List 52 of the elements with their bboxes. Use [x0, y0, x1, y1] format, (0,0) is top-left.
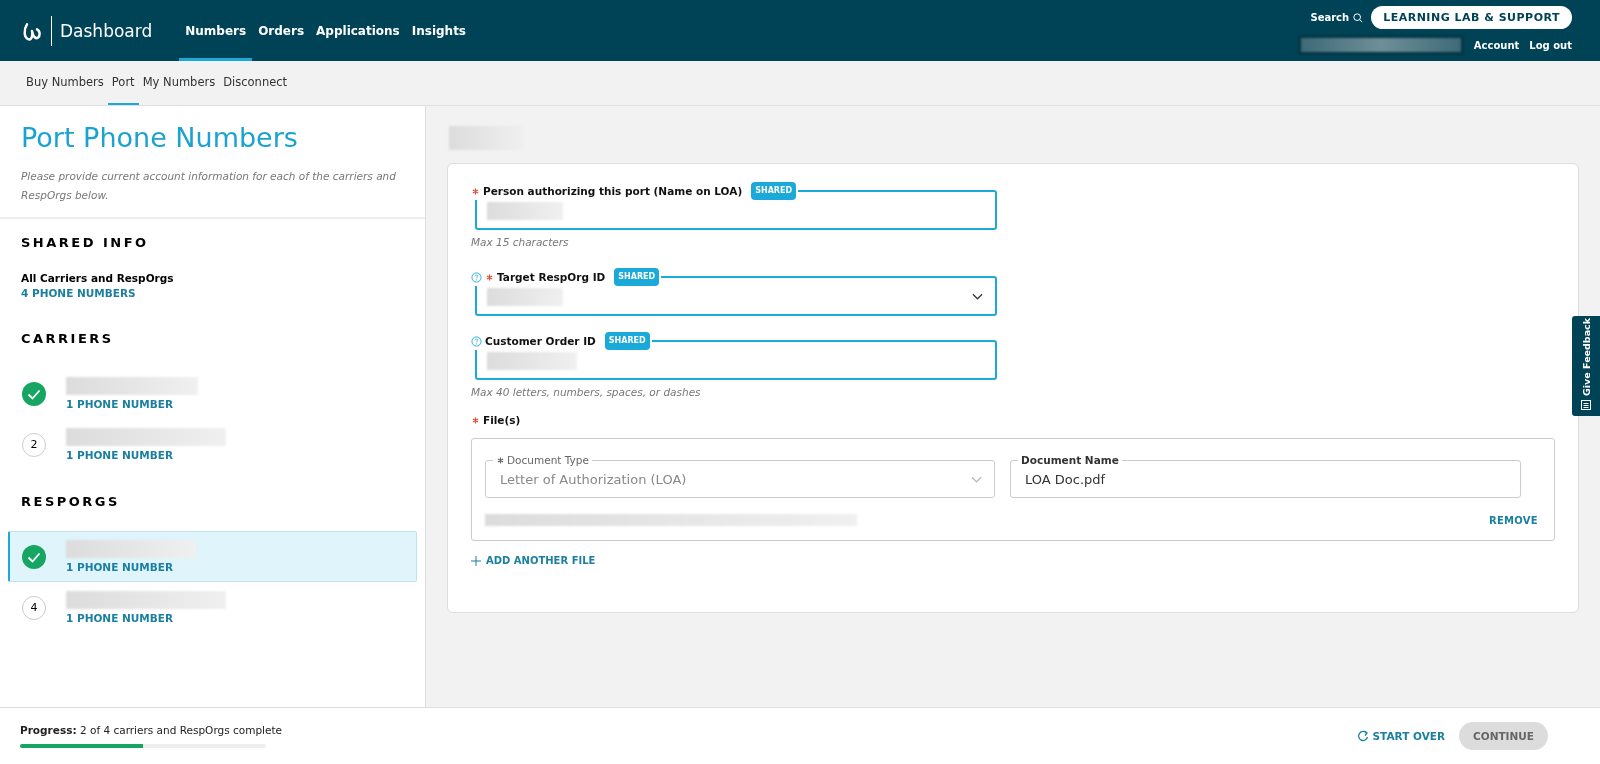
hint-text: Max 15 characters [471, 236, 570, 248]
shared-badge: SHARED [614, 268, 660, 286]
field-value: LOA Doc.pdf [1025, 471, 1106, 487]
phone-count-link[interactable]: 4 PHONE NUMBERS [8, 287, 417, 299]
field-label: File(s) [483, 414, 521, 426]
document-icon [1581, 400, 1591, 410]
instruction-text: Please provide current account information for each of the carriers and RespOrgs below. [21, 169, 397, 203]
section-heading: RESPORGS [20, 494, 121, 509]
logout-link[interactable]: Log out [1529, 39, 1572, 51]
shared-info-label: All Carriers and RespOrgs [20, 272, 175, 284]
sub-nav-tab[interactable]: Disconnect [219, 61, 292, 105]
sub-nav-tab[interactable]: Buy Numbers [22, 61, 108, 105]
chevron-down-icon [972, 293, 983, 300]
nav-tab[interactable]: Orders [252, 0, 311, 61]
plus-icon [471, 555, 481, 566]
phone-count-link[interactable]: 1 PHONE NUMBER [66, 398, 198, 410]
field-label: Target RespOrg ID [497, 270, 606, 285]
hint-text: Max 40 letters, numbers, spaces, or dashes [471, 386, 702, 398]
start-over-button[interactable]: START OVER [1356, 730, 1445, 742]
field-label: Customer Order ID [485, 334, 596, 349]
sidebar-item[interactable]: 2 1 PHONE NUMBER [8, 419, 417, 470]
phone-count-link[interactable]: 1 PHONE NUMBER [66, 612, 226, 624]
phone-count-link[interactable]: 1 PHONE NUMBER [66, 449, 226, 461]
field-label: Person authorizing this port (Name on LOA) [483, 184, 743, 199]
app-title: Dashboard [60, 20, 153, 41]
section-heading: CARRIERS [20, 331, 115, 346]
refresh-icon [1356, 730, 1369, 742]
remove-link[interactable]: REMOVE [1488, 514, 1538, 526]
account-link[interactable]: Account [1473, 39, 1520, 51]
search-icon [1353, 12, 1364, 23]
field-label: Document Type [507, 453, 589, 467]
nav-tab[interactable]: Insights [405, 0, 472, 61]
feedback-tab[interactable]: Give Feedback [1572, 316, 1600, 416]
chevron-down-icon [971, 476, 982, 483]
shared-badge: SHARED [604, 332, 650, 350]
page-title: Port Phone Numbers [21, 122, 299, 153]
phone-count-link[interactable]: 1 PHONE NUMBER [66, 561, 196, 573]
support-button[interactable]: LEARNING LAB & SUPPORT [1371, 6, 1572, 29]
help-icon[interactable] [471, 335, 482, 347]
sidebar-item[interactable]: 1 PHONE NUMBER [8, 368, 417, 419]
section-heading: SHARED INFO [20, 235, 150, 250]
field-label: Document Name [1021, 453, 1119, 467]
add-file-link[interactable]: ADD ANOTHER FILE [471, 555, 1555, 566]
field-value: Letter of Authorization (LOA) [500, 471, 687, 487]
sidebar-item[interactable]: 4 1 PHONE NUMBER [8, 582, 417, 633]
sub-nav-tab[interactable]: My Numbers [138, 61, 220, 105]
progress-text: Progress: 2 of 4 carriers and RespOrgs complete [20, 724, 283, 736]
help-icon[interactable] [471, 271, 482, 283]
sidebar-item[interactable]: 1 PHONE NUMBER [8, 531, 417, 582]
nav-tab[interactable]: Applications [310, 0, 406, 61]
search-link[interactable]: Search [1310, 12, 1364, 23]
shared-badge: SHARED [751, 182, 797, 200]
